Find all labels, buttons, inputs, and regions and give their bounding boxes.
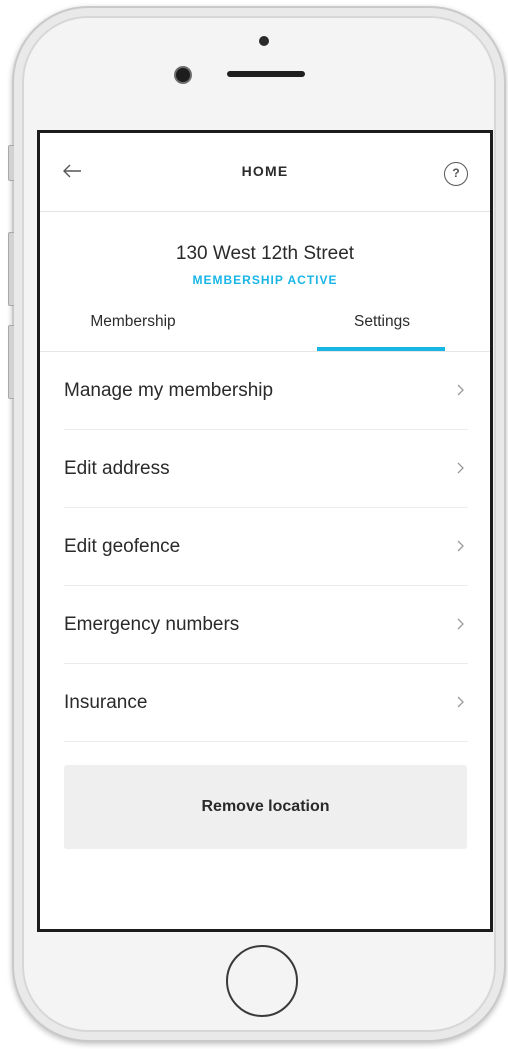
page-title: HOME [241, 163, 289, 179]
front-camera [176, 68, 190, 82]
settings-menu: Manage my membership Edit address Edit g… [64, 352, 468, 742]
earpiece-speaker [227, 71, 305, 77]
menu-item-label: Edit geofence [64, 536, 181, 557]
tab-settings[interactable]: Settings [317, 313, 447, 351]
menu-item-label: Manage my membership [64, 380, 274, 401]
membership-status-badge: MEMBERSHIP ACTIVE [192, 273, 338, 287]
chevron-right-icon [457, 696, 464, 708]
help-icon[interactable]: ? [444, 162, 468, 186]
chevron-right-icon [457, 462, 464, 474]
mute-switch [8, 145, 14, 181]
menu-item-label: Emergency numbers [64, 614, 240, 635]
menu-item-manage-membership[interactable]: Manage my membership [64, 352, 468, 430]
volume-down-button [8, 325, 14, 399]
tab-membership[interactable]: Membership [68, 313, 198, 351]
menu-item-insurance[interactable]: Insurance [64, 664, 468, 742]
top-bar: HOME ? [40, 133, 490, 212]
chevron-right-icon [457, 618, 464, 630]
chevron-right-icon [457, 540, 464, 552]
tab-bar: Membership Settings [40, 305, 490, 352]
menu-item-edit-address[interactable]: Edit address [64, 430, 468, 508]
menu-item-label: Edit address [64, 458, 170, 479]
app-screen: HOME ? 130 West 12th Street MEMBERSHIP A… [37, 130, 493, 932]
home-button[interactable] [226, 945, 298, 1017]
location-address: 130 West 12th Street [175, 243, 355, 264]
menu-item-edit-geofence[interactable]: Edit geofence [64, 508, 468, 586]
volume-up-button [8, 232, 14, 306]
active-tab-indicator [317, 347, 445, 351]
menu-item-emergency-numbers[interactable]: Emergency numbers [64, 586, 468, 664]
sensor-dot [259, 36, 269, 46]
menu-item-label: Insurance [64, 692, 148, 713]
remove-location-button[interactable]: Remove location [64, 765, 467, 849]
chevron-right-icon [457, 384, 464, 396]
